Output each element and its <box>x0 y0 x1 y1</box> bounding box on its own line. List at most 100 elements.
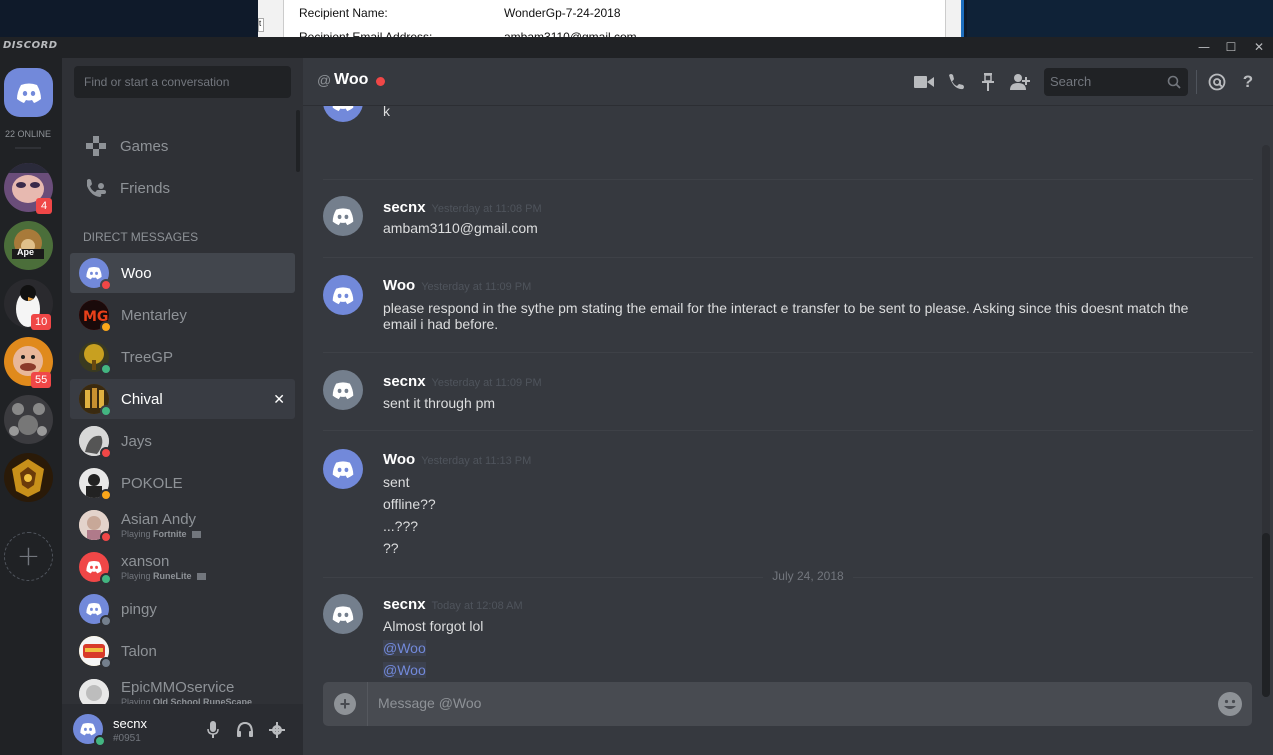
deafen-button[interactable] <box>235 720 255 740</box>
server-icon-5[interactable] <box>4 395 53 444</box>
dm-name: Asian Andy <box>121 511 197 528</box>
user-tag: #0951 <box>113 733 141 744</box>
maximize-button[interactable]: ☐ <box>1217 39 1245 56</box>
avatar <box>79 552 112 585</box>
message-avatar[interactable] <box>323 449 363 489</box>
minimize-button[interactable]: — <box>1190 39 1218 56</box>
video-camera-icon <box>914 76 934 88</box>
dm-item-woo[interactable]: Woo <box>70 253 295 293</box>
user-panel: secnx #0951 <box>62 704 303 755</box>
recipient-name-row: Recipient Name: WonderGp-7-24-2018 <box>299 6 621 20</box>
discord-logo-icon <box>332 460 354 478</box>
message-text: ...??? <box>383 518 419 534</box>
dm-name: Talon <box>121 642 157 660</box>
find-conversation-input[interactable]: Find or start a conversation <box>74 66 291 98</box>
server-icon-6[interactable] <box>4 453 53 502</box>
dm-item-talon[interactable]: Talon <box>70 631 295 671</box>
online-count: 22 ONLINE <box>4 129 52 139</box>
video-call-button[interactable] <box>913 71 935 93</box>
discord-app: DISCORD — ☐ ✕ 22 ONLINE 4 Ape 10 55 + Fi… <box>0 37 1273 755</box>
mute-button[interactable] <box>203 720 223 740</box>
dm-item-epicmmoservice[interactable]: EpicMMOservice Playing Old School RuneSc… <box>70 673 295 705</box>
dm-name: TreeGP <box>121 348 173 366</box>
sidebar-scrollbar[interactable] <box>296 110 300 172</box>
message-group: k <box>323 106 1253 142</box>
close-window-button[interactable]: ✕ <box>1245 39 1273 56</box>
dm-item-xanson[interactable]: xanson Playing RuneLite <box>70 547 295 587</box>
nav-games[interactable]: Games <box>70 126 295 166</box>
home-button[interactable] <box>4 68 53 117</box>
emoji-picker-icon[interactable] <box>1218 692 1242 716</box>
message-author-row: Woo Yesterday at 11:09 PM <box>383 277 531 294</box>
upload-plus-icon[interactable]: + <box>334 693 356 715</box>
message-author[interactable]: secnx <box>383 596 426 613</box>
nav-friends-label: Friends <box>120 179 171 197</box>
user-settings-button[interactable] <box>267 720 287 740</box>
avatar <box>79 468 112 501</box>
status-idle-icon <box>100 321 112 333</box>
avatar <box>79 342 112 375</box>
dm-name: Mentarley <box>121 306 187 324</box>
message-avatar[interactable] <box>323 275 363 315</box>
voice-call-button[interactable] <box>945 71 967 93</box>
message-text: ?? <box>383 540 399 556</box>
mentions-button[interactable] <box>1206 71 1228 93</box>
background-form: Recipient Name: WonderGp-7-24-2018 Recip… <box>283 0 946 44</box>
message-author[interactable]: Woo <box>383 451 415 468</box>
status-offline-icon <box>100 615 112 627</box>
message-avatar[interactable] <box>323 196 363 236</box>
server-badge-4: 55 <box>31 372 52 388</box>
user-mention[interactable]: @Woo <box>383 640 426 656</box>
date-divider-label: July 24, 2018 <box>763 569 853 583</box>
status-dnd-icon <box>100 531 112 543</box>
server-icon-2[interactable] <box>4 221 53 270</box>
message-timestamp: Yesterday at 11:09 PM <box>421 281 532 293</box>
add-friend-to-dm-button[interactable] <box>1009 71 1031 93</box>
message-timestamp: Yesterday at 11:09 PM <box>431 377 542 389</box>
gamepad-icon <box>76 135 116 157</box>
phone-icon <box>949 74 964 90</box>
chat-scrollbar-thumb[interactable] <box>1262 533 1270 697</box>
chat-search-input[interactable]: Search <box>1044 68 1188 96</box>
pinned-messages-button[interactable] <box>977 71 999 93</box>
message-author[interactable]: secnx <box>383 199 426 216</box>
avatar-art <box>79 679 109 705</box>
dm-item-chival[interactable]: Chival ✕ <box>70 379 295 419</box>
message-input[interactable]: Message @Woo <box>378 695 481 711</box>
add-server-button[interactable]: + <box>4 532 53 581</box>
message-author[interactable]: Woo <box>383 277 415 294</box>
dm-item-asian-andy[interactable]: Asian Andy Playing Fortnite <box>70 505 295 545</box>
status-idle-icon <box>100 489 112 501</box>
close-dm-icon[interactable]: ✕ <box>273 391 285 408</box>
activity-game: Fortnite <box>153 529 187 539</box>
gear-icon <box>269 722 285 738</box>
message-avatar[interactable] <box>323 106 363 122</box>
chat-recipient-name: Woo <box>334 71 369 88</box>
avatar: MG <box>79 300 112 333</box>
headphones-icon <box>237 722 253 737</box>
message-composer: + Message @Woo <box>323 682 1252 726</box>
user-mention[interactable]: @Woo <box>383 662 426 678</box>
dm-item-jays[interactable]: Jays <box>70 421 295 461</box>
activity-prefix: Playing <box>121 529 151 539</box>
message-author[interactable]: secnx <box>383 373 426 390</box>
message-avatar[interactable] <box>323 370 363 410</box>
help-button[interactable]: ? <box>1237 71 1259 93</box>
message-timestamp: Today at 12:08 AM <box>431 600 523 612</box>
dm-item-treegp[interactable]: TreeGP <box>70 337 295 377</box>
server-avatar-5 <box>4 395 53 444</box>
message-avatar[interactable] <box>323 594 363 634</box>
dm-name: Jays <box>121 432 152 450</box>
date-divider: July 24, 2018 <box>323 569 1253 583</box>
message-separator <box>323 257 1253 258</box>
dm-item-mentarley[interactable]: MG Mentarley <box>70 295 295 335</box>
message-separator <box>323 430 1253 431</box>
dm-item-pingy[interactable]: pingy <box>70 589 295 629</box>
nav-friends[interactable]: Friends <box>70 168 295 208</box>
dm-item-pokole[interactable]: POKOLE <box>70 463 295 503</box>
search-icon <box>1167 75 1181 89</box>
avatar <box>79 258 112 291</box>
chat-search-placeholder: Search <box>1050 74 1092 89</box>
message-author-row: secnx Yesterday at 11:09 PM <box>383 373 542 390</box>
message-author-row: secnx Yesterday at 11:08 PM <box>383 199 542 216</box>
